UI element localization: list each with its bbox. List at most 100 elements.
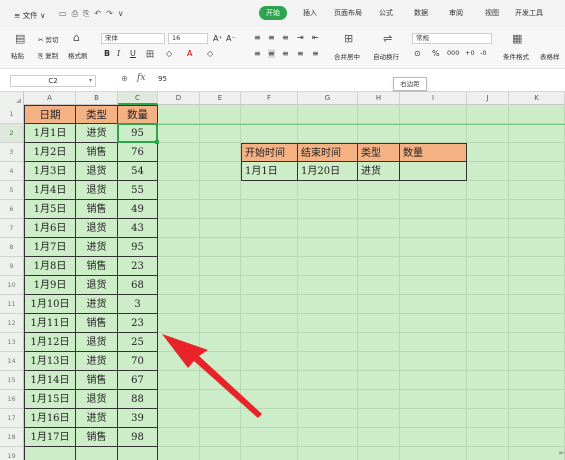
justify-icon[interactable]: ≡ bbox=[297, 49, 304, 58]
align-top-icon[interactable]: ≡ bbox=[254, 33, 261, 42]
table-cell[interactable]: 76 bbox=[118, 143, 158, 162]
align-left-icon[interactable]: ≡ bbox=[254, 49, 261, 58]
wrap-text-icon[interactable]: ⇌ bbox=[383, 32, 392, 45]
number-format-select[interactable]: 常规 bbox=[412, 33, 492, 44]
column-header-e[interactable]: E bbox=[200, 92, 241, 105]
row-header-16[interactable]: 16 bbox=[0, 390, 24, 409]
customize-icon[interactable]: ∨ bbox=[118, 9, 124, 19]
format-painter-icon[interactable]: ⌂ bbox=[73, 31, 80, 44]
increase-decimal-button[interactable]: +0 bbox=[465, 49, 475, 57]
indent-icon[interactable]: ⇥ bbox=[297, 33, 304, 42]
table-cell[interactable]: 88 bbox=[118, 390, 158, 409]
table-header-cell[interactable]: 数量 bbox=[118, 105, 158, 124]
distribute-icon[interactable]: ≡ bbox=[312, 49, 319, 58]
table-cell[interactable]: 退货 bbox=[76, 181, 118, 200]
table-cell[interactable]: 23 bbox=[118, 257, 158, 276]
outdent-icon[interactable]: ⇤ bbox=[312, 33, 319, 42]
table-cell[interactable]: 1月15日 bbox=[24, 390, 76, 409]
tab-insert[interactable]: 插入 bbox=[303, 6, 317, 20]
table-cell[interactable]: 退货 bbox=[76, 333, 118, 352]
tab-page-layout[interactable]: 页面布局 bbox=[334, 6, 362, 20]
table-cell[interactable]: 68 bbox=[118, 276, 158, 295]
row-header-4[interactable]: 4 bbox=[0, 162, 24, 181]
table-cell[interactable]: 23 bbox=[118, 314, 158, 333]
percent-button[interactable]: % bbox=[432, 49, 440, 58]
column-header-d[interactable]: D bbox=[158, 92, 200, 105]
table-cell[interactable]: 销售 bbox=[76, 428, 118, 447]
table-cell[interactable]: 销售 bbox=[76, 200, 118, 219]
table-cell[interactable]: 进货 bbox=[76, 124, 118, 143]
table-cell[interactable]: 1月6日 bbox=[24, 219, 76, 238]
wrap-text-button[interactable]: 自动换行 bbox=[373, 51, 399, 61]
row-header-15[interactable]: 15 bbox=[0, 371, 24, 390]
row-header-12[interactable]: 12 bbox=[0, 314, 24, 333]
table-cell[interactable]: 销售 bbox=[76, 314, 118, 333]
row-header-8[interactable]: 8 bbox=[0, 238, 24, 257]
decrease-decimal-button[interactable]: -0 bbox=[480, 49, 486, 57]
table-cell[interactable]: 进货 bbox=[76, 295, 118, 314]
table-cell[interactable]: 98 bbox=[118, 428, 158, 447]
table-cell[interactable]: 进货 bbox=[76, 352, 118, 371]
table-cell[interactable]: 1月10日 bbox=[24, 295, 76, 314]
table-cell[interactable]: 70 bbox=[118, 352, 158, 371]
table-cell[interactable]: 销售 bbox=[76, 257, 118, 276]
print-preview-icon[interactable]: ⎘ bbox=[83, 9, 89, 19]
redo-icon[interactable]: ↷ bbox=[106, 9, 113, 19]
sheet-grid[interactable]: ABCDEFGHIJK 1 2 3 4 5 6 7 8 9 10 11 12 13 14 15 16 17 18 1… bbox=[0, 92, 565, 460]
table-cell[interactable]: 49 bbox=[118, 200, 158, 219]
conditional-format-button[interactable]: 条件格式 bbox=[503, 51, 529, 61]
align-center-icon[interactable]: ≡ bbox=[268, 49, 275, 58]
criteria-value-cell[interactable] bbox=[400, 162, 467, 181]
table-cell[interactable]: 67 bbox=[118, 371, 158, 390]
row-header-3[interactable]: 3 bbox=[0, 143, 24, 162]
table-cell[interactable]: 进货 bbox=[76, 238, 118, 257]
format-painter-button[interactable]: 格式刷 bbox=[68, 50, 88, 60]
table-cell[interactable]: 1月11日 bbox=[24, 314, 76, 333]
table-cell[interactable]: 55 bbox=[118, 181, 158, 200]
table-cell[interactable]: 1月4日 bbox=[24, 181, 76, 200]
table-cell[interactable]: 54 bbox=[118, 162, 158, 181]
table-cell[interactable]: 95 bbox=[118, 238, 158, 257]
paste-button[interactable]: 粘贴 bbox=[11, 50, 24, 60]
row-header-6[interactable]: 6 bbox=[0, 200, 24, 219]
column-header-j[interactable]: J bbox=[467, 92, 509, 105]
table-cell[interactable]: 1月13日 bbox=[24, 352, 76, 371]
tab-home[interactable]: 开始 bbox=[259, 6, 287, 20]
table-cell[interactable]: 1月5日 bbox=[24, 200, 76, 219]
scroll-right-icon[interactable]: ⇤ bbox=[559, 449, 565, 457]
table-cell[interactable]: 1月7日 bbox=[24, 238, 76, 257]
merge-center-button[interactable]: 合并居中 bbox=[334, 51, 360, 61]
tab-review[interactable]: 审阅 bbox=[449, 6, 463, 20]
conditional-format-icon[interactable]: ▦ bbox=[512, 32, 522, 45]
criteria-value-cell[interactable]: 进货 bbox=[358, 162, 400, 181]
font-size-select[interactable]: 16 bbox=[168, 33, 208, 44]
table-cell[interactable]: 进货 bbox=[76, 409, 118, 428]
shrink-font-button[interactable]: A⁻ bbox=[226, 34, 236, 43]
table-cell[interactable]: 退货 bbox=[76, 219, 118, 238]
table-cell[interactable]: 1月3日 bbox=[24, 162, 76, 181]
table-cell[interactable]: 1月1日 bbox=[24, 124, 76, 143]
row-header-19[interactable]: 19 bbox=[0, 447, 24, 460]
print-icon[interactable]: ⎙ bbox=[72, 9, 78, 19]
table-cell[interactable] bbox=[118, 447, 158, 460]
copy-button[interactable]: ⎘ 复制 bbox=[38, 50, 58, 61]
table-cell[interactable]: 1月2日 bbox=[24, 143, 76, 162]
fx-icon[interactable]: fx bbox=[137, 73, 145, 83]
formula-input[interactable]: 95 bbox=[158, 75, 167, 83]
table-cell[interactable]: 1月14日 bbox=[24, 371, 76, 390]
align-middle-icon[interactable]: ≡ bbox=[268, 33, 275, 42]
bold-button[interactable]: B bbox=[104, 49, 110, 58]
table-cell[interactable]: 3 bbox=[118, 295, 158, 314]
tab-formulas[interactable]: 公式 bbox=[379, 6, 393, 20]
merge-icon[interactable]: ⊞ bbox=[344, 32, 353, 45]
criteria-header-cell[interactable]: 结束时间 bbox=[298, 143, 358, 162]
row-header-2[interactable]: 2 bbox=[0, 124, 24, 143]
row-header-13[interactable]: 13 bbox=[0, 333, 24, 352]
font-color-button[interactable]: A bbox=[187, 49, 192, 58]
file-menu[interactable]: ≡ 文件 ∨ bbox=[14, 10, 46, 21]
italic-button[interactable]: I bbox=[117, 49, 120, 58]
tab-data[interactable]: 数据 bbox=[414, 6, 428, 20]
grow-font-button[interactable]: A⁺ bbox=[213, 34, 223, 43]
row-header-7[interactable]: 7 bbox=[0, 219, 24, 238]
column-header-c[interactable]: C bbox=[118, 92, 158, 105]
